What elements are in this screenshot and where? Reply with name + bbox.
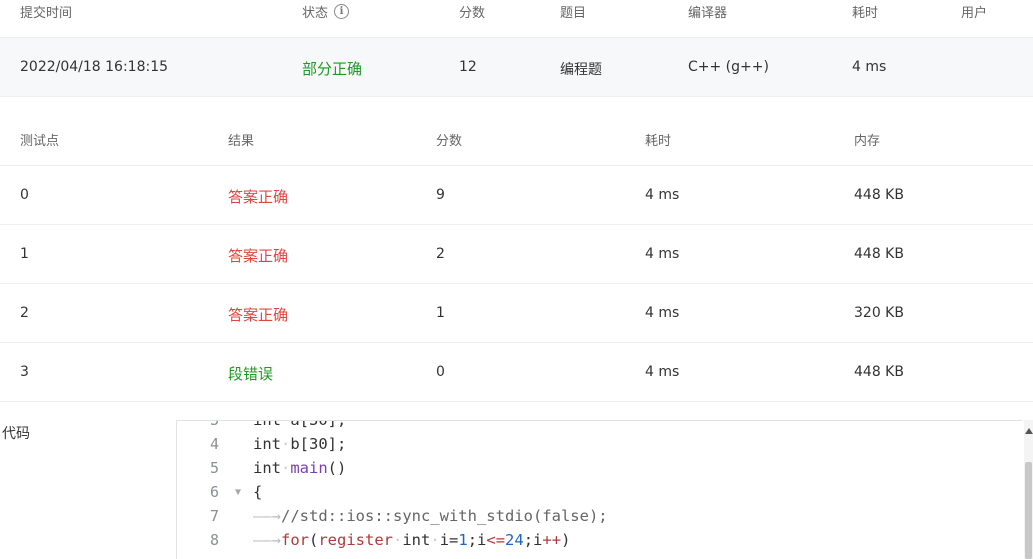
testcase-duration: 4 ms xyxy=(645,305,680,321)
col-duration: 耗时 xyxy=(852,6,879,21)
code-line: 5 int·main() xyxy=(177,459,1022,483)
code-text: int·a[30]; xyxy=(253,420,347,429)
score-value: 12 xyxy=(459,59,477,75)
testcase-id: 1 xyxy=(20,246,29,262)
testcase-score: 2 xyxy=(436,246,445,262)
testcase-id: 2 xyxy=(20,305,29,321)
fold-chevron-icon[interactable]: ▼ xyxy=(235,487,241,498)
info-icon[interactable]: i xyxy=(334,4,350,19)
col-user: 用户 xyxy=(961,6,988,21)
testcase-score: 0 xyxy=(436,364,445,380)
code-label: 代码 xyxy=(2,426,30,442)
code-text: int·b[30]; xyxy=(253,435,347,453)
line-number: 6 xyxy=(209,483,219,501)
code-text: ——→for(register·int·i=1;i<=24;i++) xyxy=(253,531,571,549)
code-line: 8 ——→for(register·int·i=1;i<=24;i++) xyxy=(177,531,1022,555)
problem-link[interactable]: 编程题 xyxy=(560,59,602,79)
code-line: 7 ——→//std::ios::sync_with_stdio(false); xyxy=(177,507,1022,531)
result-badge: 答案正确 xyxy=(228,247,289,265)
submission-row: 2022/04/18 16:18:15 部分正确 12 编程题 C++ (g++… xyxy=(0,37,1033,97)
compiler-value: C++ (g++) xyxy=(688,59,769,75)
code-text: ——→//std::ios::sync_with_stdio(false); xyxy=(253,507,608,525)
col-status: 状态 i xyxy=(302,2,350,21)
table-row: 2 答案正确 1 4 ms 320 KB xyxy=(0,284,1033,343)
col-problem: 题目 xyxy=(560,6,587,21)
testcase-duration: 4 ms xyxy=(645,364,680,380)
result-badge: 答案正确 xyxy=(228,306,289,324)
col-memory: 内存 xyxy=(854,134,881,149)
testcase-table-header: 测试点 结果 分数 耗时 内存 xyxy=(0,97,1033,166)
tab-arrow-icon: ——→ xyxy=(253,531,281,549)
line-number: 5 xyxy=(209,459,219,477)
code-line: 4 int·b[30]; xyxy=(177,435,1022,459)
testcase-score: 1 xyxy=(436,305,445,321)
col-submit-time: 提交时间 xyxy=(20,6,73,21)
code-line: 3 int·a[30]; xyxy=(177,420,1022,435)
scroll-up-arrow-icon[interactable] xyxy=(1025,428,1033,434)
status-badge: 部分正确 xyxy=(302,60,363,78)
col-testcase: 测试点 xyxy=(20,134,60,149)
code-line: 6 ▼ { xyxy=(177,483,1022,507)
table-row: 3 段错误 0 4 ms 448 KB xyxy=(0,343,1033,402)
table-row: 0 答案正确 9 4 ms 448 KB xyxy=(0,166,1033,225)
line-number: 4 xyxy=(209,435,219,453)
submission-table-header: 提交时间 状态 i 分数 题目 编译器 耗时 用户 xyxy=(0,0,1033,37)
line-number: 3 xyxy=(209,420,219,429)
col-tc-duration: 耗时 xyxy=(645,134,672,149)
line-number: 7 xyxy=(209,507,219,525)
testcase-memory: 448 KB xyxy=(854,246,904,262)
code-text: int·main() xyxy=(253,459,347,477)
scroll-thumb[interactable] xyxy=(1025,462,1032,559)
testcase-memory: 448 KB xyxy=(854,187,904,203)
testcase-duration: 4 ms xyxy=(645,246,680,262)
tab-arrow-icon: ——→ xyxy=(253,507,281,525)
table-row: 1 答案正确 2 4 ms 448 KB xyxy=(0,225,1033,284)
testcase-id: 3 xyxy=(20,364,29,380)
submit-time: 2022/04/18 16:18:15 xyxy=(20,59,169,75)
testcase-score: 9 xyxy=(436,187,445,203)
col-score: 分数 xyxy=(459,6,486,21)
testcase-memory: 448 KB xyxy=(854,364,904,380)
duration-value: 4 ms xyxy=(852,59,887,75)
testcase-memory: 320 KB xyxy=(854,305,904,321)
col-result: 结果 xyxy=(228,134,255,149)
result-badge: 段错误 xyxy=(228,365,274,383)
col-tc-score: 分数 xyxy=(436,134,463,149)
col-compiler: 编译器 xyxy=(688,6,728,21)
col-status-label: 状态 xyxy=(302,6,329,21)
result-badge: 答案正确 xyxy=(228,188,289,206)
editor-scrollbar[interactable] xyxy=(1024,420,1033,559)
testcase-duration: 4 ms xyxy=(645,187,680,203)
code-text: { xyxy=(253,483,263,501)
code-editor[interactable]: 3 int·a[30]; 4 int·b[30]; 5 int·main() 6… xyxy=(176,420,1022,559)
line-number: 8 xyxy=(209,531,219,549)
testcase-id: 0 xyxy=(20,187,29,203)
